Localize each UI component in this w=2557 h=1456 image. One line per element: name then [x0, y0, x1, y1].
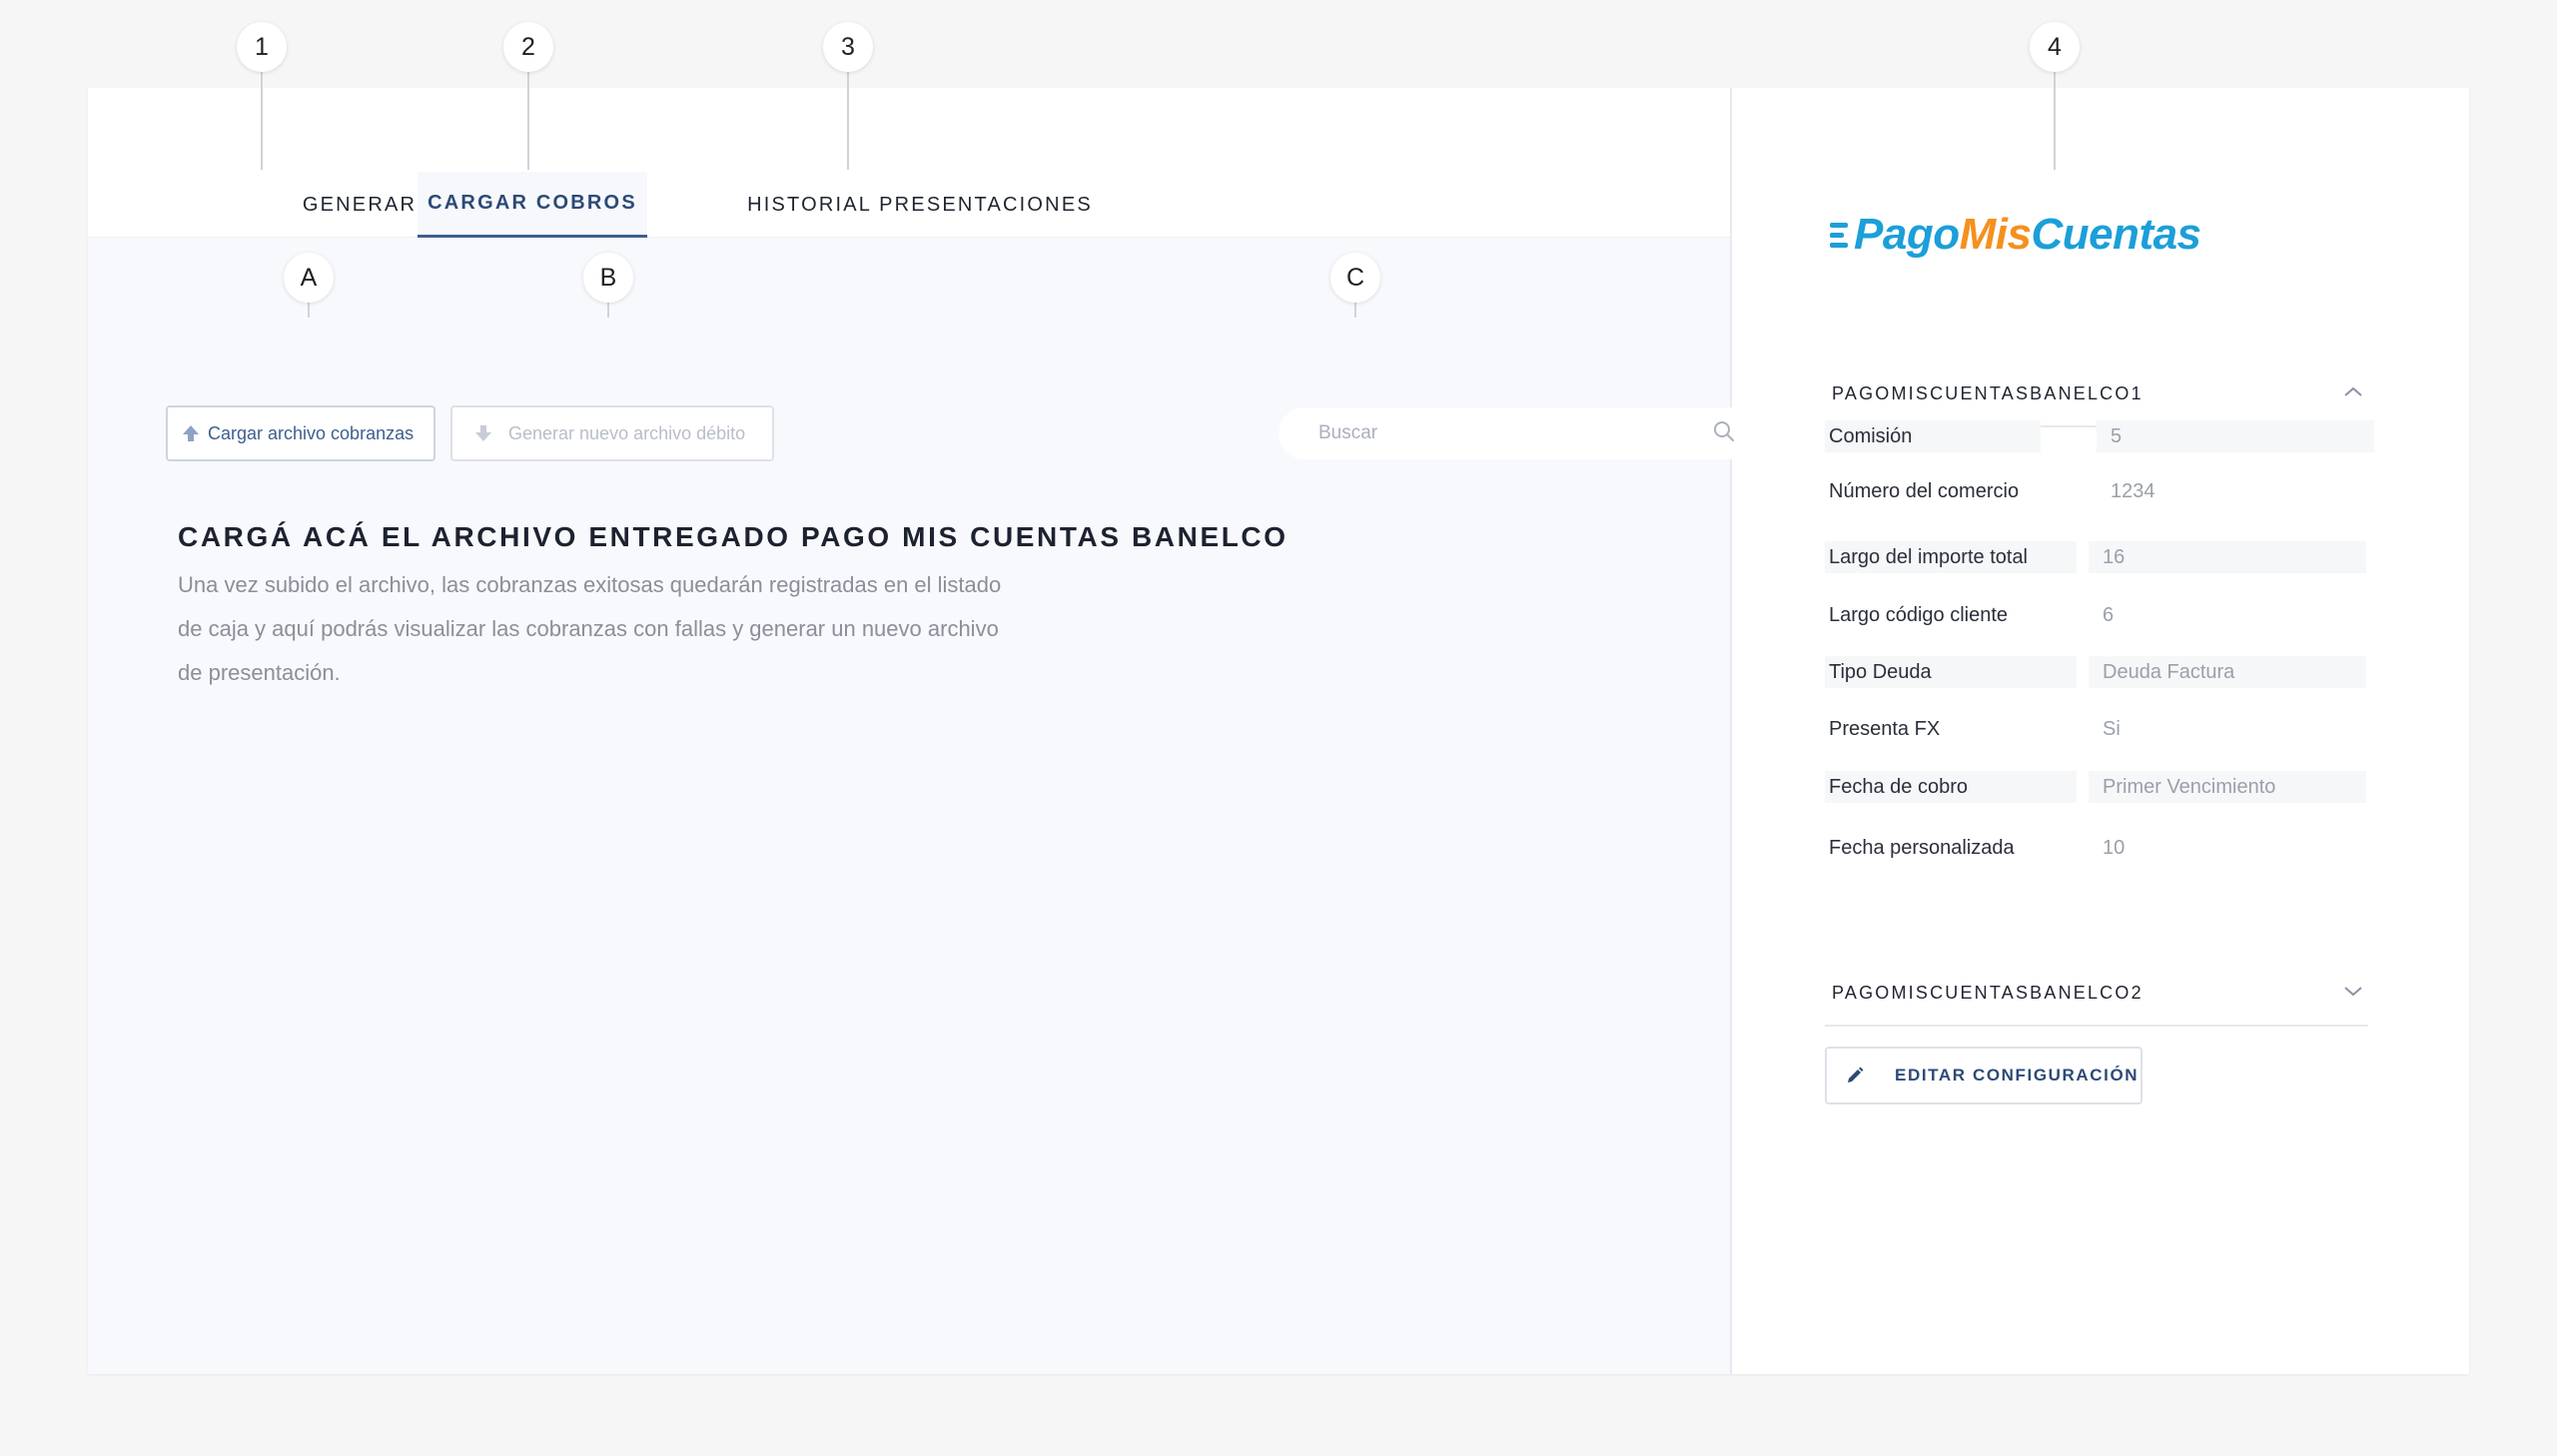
field-label: Número del comercio [1829, 480, 2020, 502]
field-value: 10 [2103, 837, 2126, 859]
accordion-header-banelco1[interactable]: PAGOMISCUENTASBANELCO1 [1825, 362, 2368, 427]
edit-configuration-button[interactable]: EDITAR CONFIGURACIÓN [1825, 1047, 2142, 1104]
pencil-icon [1845, 1066, 1865, 1086]
field-row-presenta-fx: Presenta FX Si [1825, 712, 2374, 746]
generate-debit-file-button[interactable]: Generar nuevo archivo débito [450, 405, 774, 461]
field-row-fecha-personalizada: Fecha personalizada 10 [1825, 831, 2374, 865]
config-panel: Pago Mis Cuentas PAGOMISCUENTASBANELCO1 Co… [1734, 88, 2469, 1374]
field-label: Largo del importe total [1825, 541, 2077, 573]
arrow-down-icon [472, 422, 494, 444]
logo-part-cuentas: Cuentas [2031, 210, 2201, 259]
callout-1: 1 [237, 22, 287, 72]
field-label: Comisión [1825, 420, 2041, 452]
field-value: 6 [2103, 604, 2115, 626]
chevron-down-icon[interactable] [2342, 984, 2364, 1003]
callout-b: B [583, 253, 633, 303]
field-label: Fecha de cobro [1825, 771, 2077, 803]
field-value: 1234 [2111, 480, 2155, 502]
field-value: Si [2103, 718, 2121, 740]
callout-line-4 [2054, 70, 2056, 170]
field-label: Presenta FX [1829, 718, 1941, 740]
accordion-header-banelco2[interactable]: PAGOMISCUENTASBANELCO2 [1825, 961, 2368, 1027]
field-row-numero-comercio: Número del comercio 1234 [1825, 474, 2374, 508]
pagomiscuentas-logo: Pago Mis Cuentas [1830, 210, 2201, 260]
upload-button-label: Cargar archivo cobranzas [208, 422, 415, 443]
main-card: GENERAR CARGAR COBROS HISTORIAL PRESENTA… [88, 88, 2469, 1374]
description-line: de presentación. [178, 660, 341, 685]
edit-button-label: EDITAR CONFIGURACIÓN [1895, 1066, 2139, 1085]
field-row-largo-codigo: Largo código cliente 6 [1825, 598, 2374, 632]
logo-part-pago: Pago [1854, 210, 1960, 259]
callout-a: A [284, 253, 334, 303]
accordion-title: PAGOMISCUENTASBANELCO1 [1832, 382, 2143, 403]
field-value: Primer Vencimiento [2089, 771, 2366, 803]
field-row-tipo-deuda: Tipo Deuda Deuda Factura [1825, 655, 2374, 689]
search-icon[interactable] [1712, 419, 1736, 448]
field-value: Deuda Factura [2089, 656, 2366, 688]
search-box [1278, 407, 1756, 459]
upload-collections-button[interactable]: Cargar archivo cobranzas [166, 405, 435, 461]
field-label: Fecha personalizada [1829, 837, 2015, 859]
callout-line-3 [847, 70, 849, 170]
callout-line-1 [261, 70, 263, 170]
arrow-up-icon [180, 422, 202, 444]
content-area: Cargar archivo cobranzas Generar nuevo a… [88, 238, 1756, 1374]
field-row-largo-importe: Largo del importe total 16 [1825, 540, 2374, 574]
tabs-bar: GENERAR CARGAR COBROS HISTORIAL PRESENTA… [88, 88, 1730, 238]
tab-historial-presentaciones[interactable]: HISTORIAL PRESENTACIONES [687, 172, 1153, 238]
logo-part-mis: Mis [1959, 210, 2032, 259]
field-label: Largo código cliente [1829, 604, 2009, 626]
upload-description: Una vez subido el archivo, las cobranzas… [178, 563, 1057, 695]
callout-line-2 [527, 70, 529, 170]
callout-c: C [1330, 253, 1380, 303]
field-label: Tipo Deuda [1825, 656, 2077, 688]
left-panel: GENERAR CARGAR COBROS HISTORIAL PRESENTA… [88, 88, 1756, 1374]
field-row-comision: Comisión 5 [1825, 419, 2374, 453]
accordion-title: PAGOMISCUENTASBANELCO2 [1832, 982, 2143, 1003]
description-line: Una vez subido el archivo, las cobranzas… [178, 572, 1002, 597]
chevron-up-icon[interactable] [2342, 384, 2364, 403]
tab-cargar-cobros[interactable]: CARGAR COBROS [418, 172, 647, 238]
callout-2: 2 [503, 22, 553, 72]
search-input[interactable] [1318, 422, 1712, 444]
description-line: de caja y aquí podrás visualizar las cob… [178, 616, 999, 641]
field-value: 16 [2089, 541, 2366, 573]
callout-4: 4 [2030, 22, 2080, 72]
logo-bars [1830, 222, 1848, 248]
generate-button-label: Generar nuevo archivo débito [508, 422, 746, 443]
field-value: 5 [2097, 420, 2374, 452]
callout-3: 3 [823, 22, 873, 72]
field-row-fecha-cobro: Fecha de cobro Primer Vencimiento [1825, 770, 2374, 804]
upload-title: CARGÁ ACÁ EL ARCHIVO ENTREGADO PAGO MIS … [178, 521, 1288, 552]
